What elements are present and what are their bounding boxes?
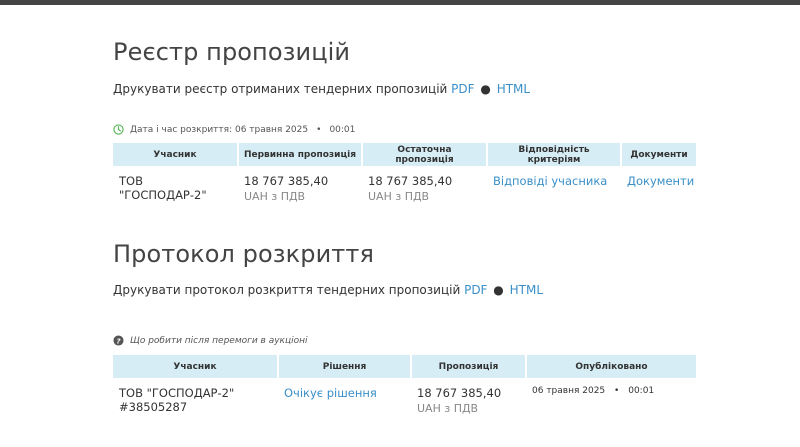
opening-label: Дата і час розкриття: 06 травня 2025 [130,124,309,135]
table-row: ТОВ "ГОСПОДАР-2" 18 767 385,40 UAH з ПДВ… [113,166,696,211]
clock-icon [113,124,124,135]
column-header: Опубліковано [526,355,696,378]
initial-currency: UAH з ПДВ [244,190,306,203]
separator-dot: ● [493,283,504,297]
participant-cell: ТОВ "ГОСПОДАР-2" #38505287 [113,378,278,423]
protocol-print-text: Друкувати протокол розкриття тендерних п… [113,283,461,297]
column-header: Рішення [278,355,412,378]
registry-html-link[interactable]: HTML [497,82,530,96]
column-header: Остаточна пропозиція [362,143,488,166]
opening-datetime: Дата і час розкриття: 06 травня 2025 • 0… [113,124,355,135]
criteria-cell: Відповіді учасника [487,166,621,211]
top-bar [0,0,800,5]
published-date: 06 травня 2025 [532,386,606,396]
documents-cell: Документи [621,166,696,211]
protocol-pdf-link[interactable]: PDF [464,283,487,297]
participant-id: #38505287 [119,400,188,414]
bullet-separator: • [316,124,322,135]
bullet-separator: • [614,386,620,396]
offer-currency: UAH з ПДВ [417,402,479,415]
decision-cell: Очікує рішення [278,378,411,423]
protocol-table: Учасник Рішення Пропозиція Опубліковано … [113,355,696,423]
participant-name: ТОВ "ГОСПОДАР-2" [119,174,207,202]
registry-table-header: Учасник Первинна пропозиція Остаточна пр… [113,143,696,166]
column-header: Пропозиція [411,355,527,378]
protocol-print-line: Друкувати протокол розкриття тендерних п… [113,283,543,297]
participant-name: ТОВ "ГОСПОДАР-2" [119,386,235,400]
documents-link[interactable]: Документи [627,174,694,188]
column-header: Відповідність критеріям [487,143,622,166]
registry-pdf-link[interactable]: PDF [451,82,474,96]
protocol-title: Протокол розкриття [113,240,374,268]
protocol-table-header: Учасник Рішення Пропозиція Опубліковано [113,355,696,378]
final-amount: 18 767 385,40 [368,174,453,188]
separator-dot: ● [480,82,491,96]
question-icon: ? [113,335,124,346]
help-note[interactable]: ? Що робити після перемоги в аукціоні [113,335,308,346]
offer-amount: 18 767 385,40 [417,386,502,400]
column-header: Учасник [113,143,239,166]
final-offer-cell: 18 767 385,40 UAH з ПДВ [362,166,487,211]
registry-table: Учасник Первинна пропозиція Остаточна пр… [113,143,696,211]
column-header: Документи [621,143,696,166]
svg-text:?: ? [116,336,121,345]
opening-time: 00:01 [329,124,356,135]
published-cell: 06 травня 2025 • 00:01 [526,378,696,423]
table-row: ТОВ "ГОСПОДАР-2" #38505287 Очікує рішенн… [113,378,696,423]
registry-title: Реєстр пропозицій [113,38,351,66]
offer-cell: 18 767 385,40 UAH з ПДВ [411,378,526,423]
initial-offer-cell: 18 767 385,40 UAH з ПДВ [238,166,362,211]
published-time: 00:01 [628,386,655,396]
registry-print-line: Друкувати реєстр отриманих тендерних про… [113,82,530,96]
decision-link[interactable]: Очікує рішення [284,386,377,400]
help-text[interactable]: Що робити після перемоги в аукціоні [130,336,308,346]
final-currency: UAH з ПДВ [368,190,430,203]
participant-answers-link[interactable]: Відповіді учасника [493,174,607,188]
column-header: Учасник [113,355,279,378]
column-header: Первинна пропозиція [238,143,363,166]
initial-amount: 18 767 385,40 [244,174,329,188]
registry-print-text: Друкувати реєстр отриманих тендерних про… [113,82,448,96]
protocol-html-link[interactable]: HTML [510,283,543,297]
